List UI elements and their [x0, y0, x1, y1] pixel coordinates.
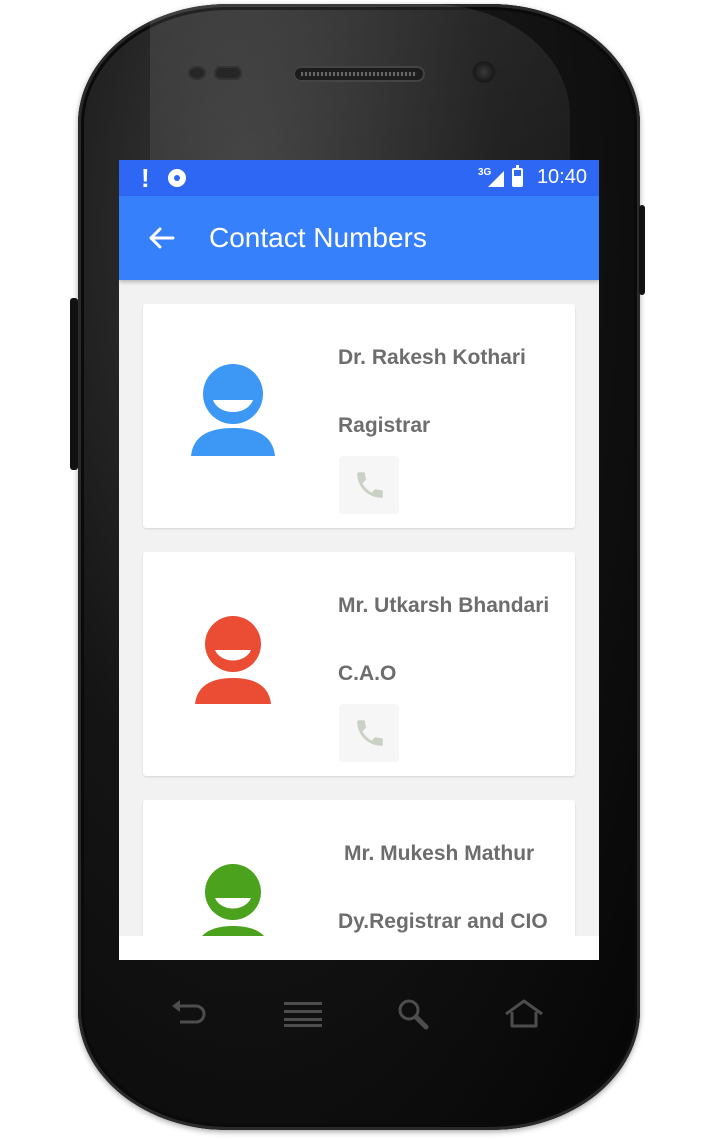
front-camera	[472, 61, 496, 83]
contact-name: Mr. Mukesh Mathur	[344, 842, 535, 865]
contact-name: Dr. Rakesh Kothari	[338, 346, 526, 369]
status-time: 10:40	[536, 166, 587, 188]
sync-disc-icon	[167, 169, 186, 187]
contact-list[interactable]: Dr. Rakesh Kothari Ragistrar Mr. Utkarsh…	[119, 280, 599, 936]
notification-alert-icon: !	[141, 163, 150, 193]
user-avatar-icon	[201, 864, 265, 936]
contact-card[interactable]: Mr. Utkarsh Bhandari C.A.O	[143, 552, 575, 776]
proximity-sensor	[188, 66, 206, 80]
contact-role: Ragistrar	[338, 414, 431, 437]
call-button[interactable]	[339, 704, 399, 762]
app-bar: Contact Numbers	[119, 196, 599, 280]
light-sensor	[214, 66, 242, 80]
home-key-icon[interactable]	[502, 998, 546, 1030]
search-key-icon[interactable]	[396, 998, 430, 1030]
phone-icon	[357, 472, 383, 498]
contact-role: Dy.Registrar and CIO	[338, 910, 548, 933]
user-avatar-icon	[195, 616, 271, 704]
contact-name: Mr. Utkarsh Bhandari	[338, 594, 550, 617]
arrow-back-icon[interactable]	[147, 226, 175, 250]
status-bar: ! 3G 10:40	[119, 160, 599, 196]
phone-icon	[357, 720, 383, 746]
page-title: Contact Numbers	[209, 222, 427, 253]
contact-card[interactable]: Mr. Mukesh Mathur Dy.Registrar and CIO	[143, 800, 575, 936]
volume-button	[70, 298, 78, 470]
contact-role: C.A.O	[338, 662, 397, 685]
earpiece-speaker	[293, 66, 425, 82]
signal-icon: 3G	[478, 167, 504, 189]
screen: ! 3G 10:40 Contact Numbers Dr. Rakesh Ko…	[119, 160, 599, 960]
menu-key-icon[interactable]	[282, 998, 324, 1030]
user-avatar-icon	[191, 364, 275, 456]
power-button	[639, 205, 645, 295]
call-button[interactable]	[339, 456, 399, 514]
back-key-icon[interactable]	[170, 998, 208, 1030]
screen-bottom-edge	[119, 936, 599, 960]
contact-card[interactable]: Dr. Rakesh Kothari Ragistrar	[143, 304, 575, 528]
battery-icon	[511, 165, 523, 187]
